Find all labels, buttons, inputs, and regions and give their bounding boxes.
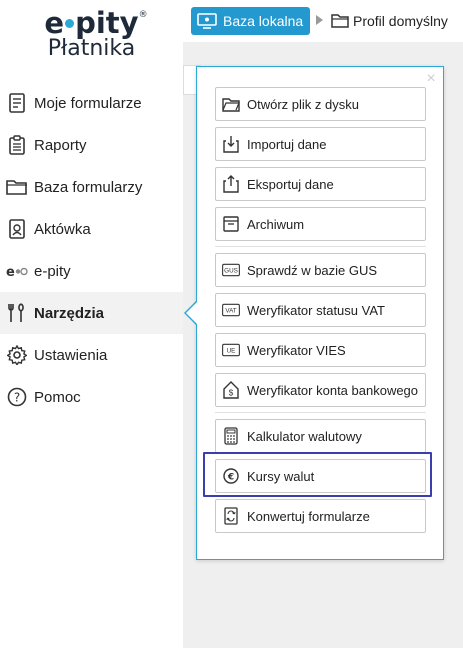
svg-text:UE: UE [227,348,236,355]
bank-account-verifier-button[interactable]: $ Weryfikator konta bankowego [215,373,426,407]
svg-text:GUS: GUS [224,268,238,275]
breadcrumb-profile-label: Profil domyślny [353,13,448,29]
import-data-button[interactable]: Importuj dane [215,127,426,161]
tools-icon [6,302,28,324]
help-icon: ? [6,386,28,408]
sidebar-item-moje-formularze[interactable]: Moje formularze [0,82,183,124]
breadcrumb-profile[interactable]: Profil domyślny [331,13,448,29]
archive-button[interactable]: Archiwum [215,207,426,241]
convert-forms-button[interactable]: Konwertuj formularze [215,499,426,533]
sidebar-item-baza-formularzy[interactable]: Baza formularzy [0,166,183,208]
breadcrumb-database[interactable]: Baza lokalna [191,7,310,35]
sidebar-item-label: Ustawienia [34,346,108,364]
gear-icon [6,344,28,366]
sidebar-item-label: Narzędzia [34,304,105,322]
popup-caret-inner [186,302,197,324]
folder-open-icon [222,95,240,113]
sidebar-item-label: Aktówka [34,220,91,238]
breadcrumb-database-label: Baza lokalna [223,13,304,29]
convert-icon [222,507,240,525]
sidebar-item-aktowka[interactable]: Aktówka [0,208,183,250]
sidebar-item-label: Raporty [34,136,87,154]
menu-divider [215,412,426,413]
epity-logo-icon: e [6,260,28,282]
export-data-button[interactable]: Eksportuj dane [215,167,426,201]
sidebar-item-pomoc[interactable]: ? Pomoc [0,376,183,418]
gus-check-button[interactable]: GUS Sprawdź w bazie GUS [215,253,426,287]
monitor-icon [197,13,217,29]
sidebar-item-e-pity[interactable]: e e-pity [0,250,183,292]
bank-icon: $ [222,381,240,399]
folder-icon [6,176,28,198]
sidebar-item-ustawienia[interactable]: Ustawienia [0,334,183,376]
menu-divider [215,246,426,247]
import-icon [222,135,240,153]
logo-wordmark: e pity ® [44,6,148,40]
vat-status-verifier-button[interactable]: VAT Weryfikator statusu VAT [215,293,426,327]
highlight-frame [203,452,432,497]
clipboard-icon [6,134,28,156]
sidebar-item-label: e-pity [34,262,71,280]
sidebar-item-raporty[interactable]: Raporty [0,124,183,166]
gus-icon: GUS [222,261,240,279]
calculator-icon [222,427,240,445]
sidebar-nav: Moje formularze Raporty Baza formularzy … [0,82,183,418]
svg-text:VAT: VAT [225,308,236,315]
app-logo: e pity ® Płatnika [0,6,183,61]
svg-text:$: $ [229,389,234,398]
svg-text:?: ? [14,391,20,405]
folder-open-icon [331,13,349,29]
sidebar-item-label: Moje formularze [34,94,142,112]
export-icon [222,175,240,193]
sidebar-item-label: Baza formularzy [34,178,143,196]
open-file-button[interactable]: Otwórz plik z dysku [215,87,426,121]
vat-icon: VAT [222,301,240,319]
vies-verifier-button[interactable]: UE Weryfikator VIES [215,333,426,367]
archive-icon [222,215,240,233]
close-icon[interactable]: × [424,71,438,87]
vies-icon: UE [222,341,240,359]
breadcrumb-separator-icon [316,15,323,25]
briefcase-icon [6,218,28,240]
sidebar: e pity ® Płatnika Moje formularze Raporty … [0,0,183,648]
sidebar-item-label: Pomoc [34,388,81,406]
svg-text:e: e [6,265,15,278]
form-list-icon [6,92,28,114]
sidebar-item-narzedzia[interactable]: Narzędzia [0,292,183,334]
currency-calculator-button[interactable]: Kalkulator walutowy [215,419,426,453]
